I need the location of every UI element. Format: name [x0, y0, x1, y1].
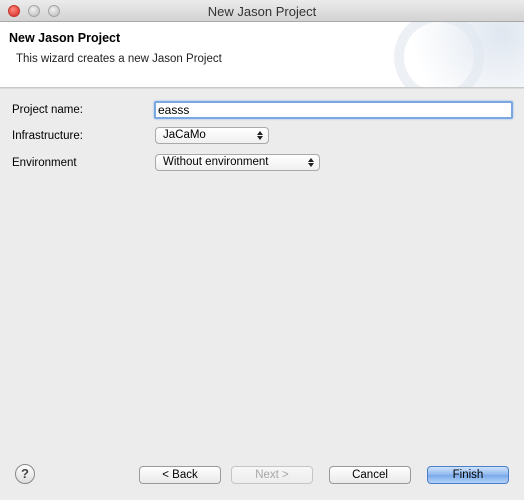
environment-label: Environment [12, 157, 77, 169]
up-down-arrows-icon [257, 130, 263, 141]
environment-select[interactable]: Without environment [155, 154, 320, 171]
infrastructure-select-value: JaCaMo [163, 129, 206, 141]
project-name-label: Project name: [12, 104, 83, 116]
infrastructure-select[interactable]: JaCaMo [155, 127, 269, 144]
banner-separator [0, 88, 524, 89]
title-bar[interactable]: New Jason Project [0, 0, 524, 22]
wizard-banner: New Jason Project This wizard creates a … [0, 22, 524, 88]
cancel-button[interactable]: Cancel [329, 466, 411, 484]
infrastructure-label: Infrastructure: [12, 130, 83, 142]
back-button[interactable]: < Back [139, 466, 221, 484]
finish-button[interactable]: Finish [427, 466, 509, 484]
window-title: New Jason Project [207, 4, 317, 19]
project-name-input[interactable] [154, 101, 513, 119]
environment-select-value: Without environment [163, 156, 269, 168]
help-icon[interactable]: ? [15, 464, 35, 484]
banner-decoration-ring [394, 22, 484, 87]
next-button[interactable]: Next > [231, 466, 313, 484]
up-down-arrows-icon [308, 157, 314, 168]
banner-description: This wizard creates a new Jason Project [16, 53, 222, 65]
wizard-window: New Jason Project New Jason Project This… [0, 0, 524, 500]
banner-title: New Jason Project [9, 31, 121, 45]
